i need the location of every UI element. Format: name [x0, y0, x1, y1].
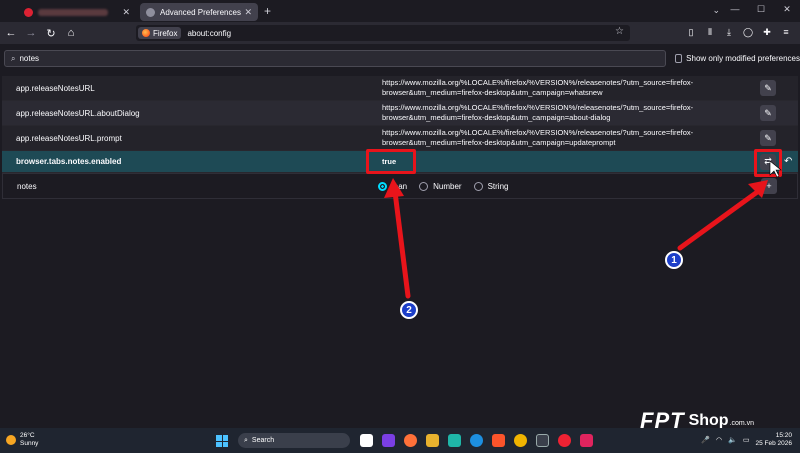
edge-app-icon[interactable] — [470, 434, 483, 447]
windows-start-icon[interactable] — [216, 435, 228, 447]
brave-app-icon[interactable] — [492, 434, 505, 447]
step-badge-2: 2 — [400, 301, 418, 319]
taskbar-apps — [360, 434, 593, 447]
chrome-app-icon[interactable] — [514, 434, 527, 447]
annotation-arrows — [384, 160, 782, 299]
arrow-2 — [384, 178, 411, 299]
taskbar-search-label: Search — [251, 437, 275, 444]
weather-widget[interactable]: 26°C Sunny — [6, 432, 38, 448]
app-icon[interactable] — [382, 434, 395, 447]
system-tray: 🎤 ◠ 🔈 ▭ 15:20 25 Feb 2026 — [701, 432, 792, 448]
watermark-domain: .com.vn — [729, 419, 755, 427]
app-icon[interactable] — [448, 434, 461, 447]
clock[interactable]: 15:20 25 Feb 2026 — [755, 432, 792, 448]
cursor-icon — [769, 160, 782, 178]
opera-app-icon[interactable] — [558, 434, 571, 447]
clock-time: 15:20 — [775, 432, 792, 439]
app-icon[interactable] — [580, 434, 593, 447]
explorer-app-icon[interactable] — [426, 434, 439, 447]
taskbar-search[interactable]: ⌕ Search — [238, 433, 350, 448]
step-badge-1: 1 — [665, 251, 683, 269]
clock-date: 25 Feb 2026 — [755, 440, 792, 447]
vivaldi-app-icon[interactable] — [360, 434, 373, 447]
weather-temp: 26°C — [20, 432, 35, 439]
battery-icon[interactable]: ▭ — [743, 436, 750, 444]
volume-icon[interactable]: 🔈 — [728, 436, 737, 444]
sun-icon — [6, 435, 16, 445]
mic-icon[interactable]: 🎤 — [701, 436, 710, 444]
app-icon[interactable] — [536, 434, 549, 447]
weather-text: 26°C Sunny — [20, 432, 38, 448]
arrow-1 — [677, 180, 768, 251]
firefox-app-icon[interactable] — [404, 434, 417, 447]
search-icon: ⌕ — [244, 436, 248, 444]
windows-taskbar: 26°C Sunny ⌕ Search 🎤 ◠ 🔈 ▭ 15:20 25 Feb… — [0, 428, 800, 453]
weather-condition: Sunny — [20, 440, 39, 447]
wifi-icon[interactable]: ◠ — [716, 436, 722, 444]
